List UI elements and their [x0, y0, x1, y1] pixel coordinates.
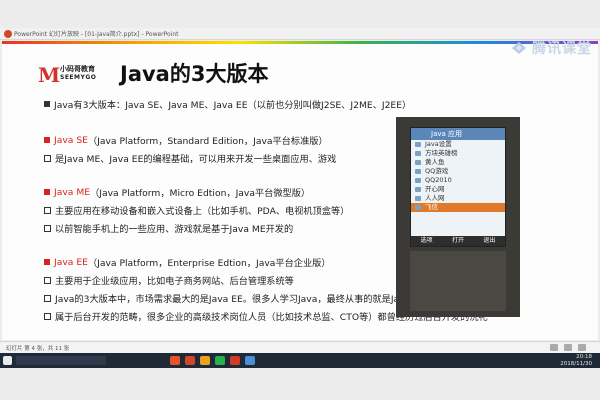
- softkey-exit: 退出: [483, 237, 496, 244]
- logo-en-text: SEEMYGO: [60, 74, 97, 81]
- view-buttons: [550, 344, 586, 351]
- ee-point-text: 主要用于企业级应用，比如电子商务网站、后台管理系统等: [55, 276, 294, 287]
- tencent-classroom-logo-icon: [512, 42, 526, 54]
- tool-icon[interactable]: [230, 356, 240, 365]
- phone-softkeys: 选项 打开 退出: [411, 236, 505, 246]
- logo-cn-text: 小码哥教育: [60, 65, 95, 73]
- rainbow-stripe: [2, 41, 598, 44]
- taskbar-search[interactable]: [16, 356, 106, 365]
- me-heading: Java ME （Java Platform，Micro Edtion，Java…: [44, 185, 310, 199]
- bullet-red-icon: [44, 137, 50, 143]
- ee-lead: Java EE: [54, 256, 88, 268]
- slide-title: Java的3大版本: [120, 62, 269, 86]
- powerpoint-icon: [4, 30, 12, 38]
- clock-date: 2018/11/30: [560, 360, 592, 367]
- screen: PowerPoint 幻灯片放映 - [01-Java简介.pptx] - Po…: [0, 0, 600, 400]
- ee-desc: （Java Platform，Enterprise Edtion，Java平台企…: [87, 258, 331, 269]
- window-title: PowerPoint 幻灯片放映 - [01-Java简介.pptx] - Po…: [14, 31, 179, 38]
- slide[interactable]: M 小码哥教育 SEEMYGO Java的3大版本 Java有3大版本：Java…: [2, 41, 598, 340]
- bullet-red-icon: [44, 259, 50, 265]
- phone-screen: Java 应用 Java设置 方块英雄榜 黄人鱼 QQ游戏 QQ2010 开心网…: [410, 127, 506, 247]
- phone-app-item: Java设置: [411, 140, 505, 149]
- bullet-square-icon: [44, 101, 50, 107]
- intro-text: Java有3大版本：Java SE、Java ME、Java EE（以前也分别叫…: [54, 100, 412, 111]
- logo-mark: M: [38, 63, 61, 87]
- phone-app-list: Java设置 方块英雄榜 黄人鱼 QQ游戏 QQ2010 开心网 人人网 飞信: [411, 140, 505, 212]
- me-point-text: 主要应用在移动设备和嵌入式设备上（比如手机、PDA、电视机顶盒等）: [55, 206, 350, 217]
- phone-app-item: 人人网: [411, 194, 505, 203]
- phone-app-item: 黄人鱼: [411, 158, 505, 167]
- intro-line: Java有3大版本：Java SE、Java ME、Java EE（以前也分别叫…: [44, 97, 411, 111]
- se-lead: Java SE: [54, 134, 88, 146]
- se-point: 是Java ME、Java EE的编程基础，可以用来开发一些桌面应用、游戏: [44, 151, 336, 165]
- powerpoint-icon[interactable]: [185, 356, 195, 365]
- checkbox-bullet-icon: [44, 154, 51, 162]
- ide-icon[interactable]: [200, 356, 210, 365]
- checkbox-bullet-icon: [44, 206, 51, 214]
- softkey-options: 选项: [420, 237, 433, 244]
- ee-point: 主要用于企业级应用，比如电子商务网站、后台管理系统等: [44, 273, 294, 287]
- phone-app-item: QQ2010: [411, 176, 505, 185]
- taskbar-clock[interactable]: 20:18 2018/11/30: [560, 354, 592, 367]
- phone-photo: Java 应用 Java设置 方块英雄榜 黄人鱼 QQ游戏 QQ2010 开心网…: [396, 117, 520, 317]
- browser-icon[interactable]: [170, 356, 180, 365]
- checkbox-bullet-icon: [44, 312, 51, 320]
- brand-logo: M 小码哥教育 SEEMYGO: [38, 61, 108, 87]
- ppt-statusbar: 幻灯片 第 4 张，共 11 张: [0, 341, 600, 353]
- chrome-icon[interactable]: [245, 356, 255, 365]
- softkey-open: 打开: [451, 237, 464, 244]
- me-desc: （Java Platform，Micro Edtion，Java平台微型版）: [90, 188, 311, 199]
- checkbox-bullet-icon: [44, 276, 51, 284]
- sorter-view-icon[interactable]: [564, 344, 572, 351]
- se-heading: Java SE （Java Platform，Standard Edition，…: [44, 133, 328, 147]
- checkbox-bullet-icon: [44, 294, 51, 302]
- start-button-icon[interactable]: [3, 356, 12, 365]
- slide-counter: 幻灯片 第 4 张，共 11 张: [6, 346, 70, 352]
- phone-app-title: Java 应用: [411, 128, 505, 140]
- phone-app-item: QQ游戏: [411, 167, 505, 176]
- me-point-text: 以前智能手机上的一些应用、游戏就是基于Java ME开发的: [55, 224, 294, 235]
- watermark-text: 腾讯课堂: [532, 41, 592, 57]
- ee-point-text: Java的3大版本中，市场需求最大的是Java EE。很多人学习Java，最终从…: [55, 294, 444, 305]
- se-point-text: 是Java ME、Java EE的编程基础，可以用来开发一些桌面应用、游戏: [55, 154, 337, 165]
- se-desc: （Java Platform，Standard Edition，Java平台标准…: [87, 136, 328, 147]
- phone-keypad: [410, 251, 506, 311]
- checkbox-bullet-icon: [44, 224, 51, 232]
- me-point: 主要应用在移动设备和嵌入式设备上（比如手机、PDA、电视机顶盒等）: [44, 203, 349, 217]
- reading-view-icon[interactable]: [578, 344, 586, 351]
- wechat-icon[interactable]: [215, 356, 225, 365]
- phone-app-item: 开心网: [411, 185, 505, 194]
- ee-point: Java的3大版本中，市场需求最大的是Java EE。很多人学习Java，最终从…: [44, 291, 443, 305]
- phone-app-item-selected: 飞信: [411, 203, 505, 212]
- bullet-red-icon: [44, 189, 50, 195]
- watermark: 腾讯课堂: [510, 36, 592, 60]
- normal-view-icon[interactable]: [550, 344, 558, 351]
- bottom-margin: [0, 368, 600, 400]
- phone-app-item: 方块英雄榜: [411, 149, 505, 158]
- me-point: 以前智能手机上的一些应用、游戏就是基于Java ME开发的: [44, 221, 293, 235]
- taskbar: 20:18 2018/11/30: [0, 353, 600, 368]
- me-lead: Java ME: [54, 186, 91, 198]
- ee-heading: Java EE （Java Platform，Enterprise Edtion…: [44, 255, 331, 269]
